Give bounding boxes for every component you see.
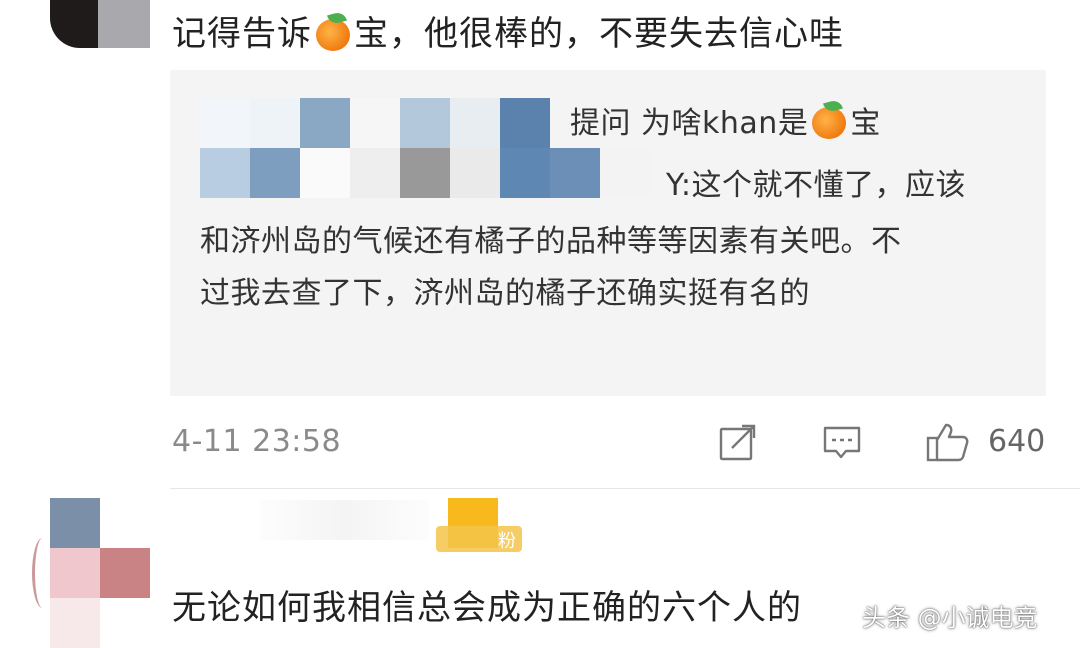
reply-box[interactable]: 提问 为啥khan是 宝 Y:这个就不懂了，应该 和济州岛的气候还有橘子的品种等等… (170, 70, 1046, 396)
reply-icon[interactable] (822, 422, 862, 462)
comment-text-part: 宝，他很棒的，不要失去信心哇 (354, 14, 844, 54)
fan-badge-label: 粉 (498, 531, 516, 552)
pixel-block (300, 148, 350, 198)
reply-question: 提问 为啥khan是 宝 (570, 98, 881, 142)
pixel-block (350, 98, 400, 148)
comment-date: 4-11 23:58 (172, 424, 342, 459)
pixel-block (400, 98, 450, 148)
pixel-block (250, 98, 300, 148)
pixel-block (250, 148, 300, 198)
pixel-block (500, 98, 550, 148)
avatar-edge (32, 538, 53, 608)
avatar-pixel-block (50, 0, 98, 48)
avatar-pixel-block (100, 548, 150, 598)
comment-text: 无论如何我相信总会成为正确的六个人的 (172, 588, 802, 628)
tangerine-icon (314, 10, 352, 51)
reply-question-text: 提问 为啥khan是 (570, 106, 809, 141)
reply-question-text: 宝 (850, 106, 881, 141)
pixel-block (450, 98, 500, 148)
pixel-block (200, 98, 250, 148)
avatar-pixel-block (50, 548, 100, 598)
avatar-top[interactable] (50, 0, 150, 48)
avatar-pixel-block (98, 0, 150, 48)
thumbs-up-icon[interactable] (926, 422, 970, 462)
reply-answer: Y:这个就不懂了，应该 (666, 168, 966, 203)
pixel-block (200, 148, 250, 198)
avatar-second[interactable] (32, 498, 150, 648)
tangerine-icon (810, 98, 848, 139)
comment-text: 记得告诉 宝，他很棒的，不要失去信心哇 (172, 6, 844, 55)
share-icon[interactable] (718, 422, 758, 462)
reply-line: 过我去查了下，济州岛的橘子还确实挺有名的 (200, 276, 810, 311)
comment-text-part: 记得告诉 (172, 14, 312, 54)
pixel-block (600, 148, 650, 198)
username-blurred[interactable] (260, 500, 430, 540)
avatar-pixel-block (50, 598, 100, 648)
pixel-block (550, 148, 600, 198)
pixel-block (450, 148, 500, 198)
fan-badge-tag: 粉 (436, 526, 522, 552)
pixel-block (500, 148, 550, 198)
pixel-block (400, 148, 450, 198)
avatar-pixel-block (50, 498, 100, 548)
pixel-block (300, 98, 350, 148)
watermark: 头条 @小诚电竞 (862, 604, 1038, 632)
divider (170, 488, 1080, 489)
pixel-block (350, 148, 400, 198)
like-count: 640 (988, 424, 1046, 459)
reply-line: 和济州岛的气候还有橘子的品种等等因素有关吧。不 (200, 224, 902, 259)
